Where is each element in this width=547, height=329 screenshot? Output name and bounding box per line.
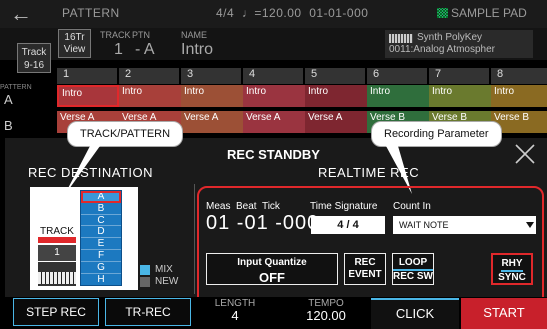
track-range-value: 9-16	[23, 60, 44, 71]
pattern-cell[interactable]: Intro	[367, 85, 429, 107]
pattern-cell[interactable]: Intro	[305, 85, 367, 107]
pattern-cell[interactable]: Intro	[119, 85, 181, 107]
pattern-cell[interactable]: Intro	[57, 85, 119, 107]
ptn-label: PTN	[132, 30, 150, 40]
new-indicator[interactable]	[140, 277, 150, 287]
pattern-option-e[interactable]: E	[81, 238, 121, 250]
track-value: 1	[114, 41, 123, 58]
pattern-option-h[interactable]: H	[81, 274, 121, 286]
track-number-1[interactable]: 1	[57, 68, 117, 84]
mix-label: MIX	[155, 264, 173, 275]
track-number-3[interactable]: 3	[181, 68, 241, 84]
start-button[interactable]: START	[461, 298, 547, 329]
input-quantize-button[interactable]: Input Quantize OFF	[206, 253, 338, 285]
rhy-sync-label-2: SYNC	[498, 272, 526, 283]
keyboard-icon	[38, 262, 76, 286]
rhy-sync-button[interactable]: RHY SYNC	[491, 253, 533, 285]
track-number-7[interactable]: 7	[429, 68, 489, 84]
tempo-value: 120.00	[306, 308, 346, 323]
meas-beat-tick-value[interactable]: 01 -01 -000	[206, 212, 319, 235]
pattern-cell[interactable]: Verse A	[243, 111, 305, 133]
tr-rec-button[interactable]: TR-REC	[105, 298, 191, 326]
view-16tr-button[interactable]: 16Tr View	[58, 29, 91, 58]
time-signature-label: Time Signature	[310, 201, 378, 212]
destination-track-label: TRACK	[40, 226, 74, 237]
input-quantize-value: OFF	[259, 270, 285, 285]
loop-rec-sw-label-2: REC SW	[393, 271, 433, 282]
close-icon[interactable]	[513, 142, 537, 166]
pattern-option-c[interactable]: C	[81, 215, 121, 227]
sample-pad-button[interactable]: SAMPLE PAD	[451, 6, 527, 20]
tone-name: 0011:Analog Atmospher	[389, 44, 496, 55]
pattern-side-label: PATTERN	[0, 84, 32, 91]
track-number-6[interactable]: 6	[367, 68, 427, 84]
loop-rec-sw-label-1: LOOP	[393, 257, 433, 271]
pattern-option-b[interactable]: B	[81, 203, 121, 215]
rec-event-button[interactable]: REC EVENT	[344, 253, 386, 285]
track-number-4[interactable]: 4	[243, 68, 303, 84]
grid-icon	[437, 8, 448, 18]
rec-destination-heading: REC DESTINATION	[28, 165, 153, 180]
track-number-2[interactable]: 2	[119, 68, 179, 84]
view-16tr-label-2: View	[63, 44, 86, 55]
track-indicator-bar	[38, 237, 76, 243]
song-position-readout: 4/4 ♩=120.00 01-01-000	[216, 6, 369, 20]
step-rec-button[interactable]: STEP REC	[13, 298, 99, 326]
mix-new-labels: MIX NEW	[155, 264, 178, 288]
rhy-sync-label-1: RHY	[501, 258, 523, 272]
input-quantize-label: Input Quantize	[237, 257, 307, 268]
destination-track-value[interactable]: 1	[38, 245, 76, 261]
tone-category: Synth PolyKey	[417, 32, 483, 43]
view-16tr-label-1: 16Tr	[64, 32, 85, 43]
keyboard-icon	[389, 34, 413, 43]
track-range-label: Track	[21, 47, 47, 58]
pattern-cell[interactable]: Intro	[429, 85, 491, 107]
count-in-select[interactable]: WAIT NOTE	[393, 216, 536, 234]
panel-divider	[194, 184, 195, 294]
rec-event-label-1: REC	[354, 257, 376, 268]
pattern-option-f[interactable]: F	[81, 250, 121, 262]
pattern-cell[interactable]: Verse A	[305, 111, 367, 133]
ptn-value: - A	[135, 41, 155, 58]
row-label-b: B	[4, 118, 13, 133]
page-title: PATTERN	[62, 6, 120, 20]
new-label: NEW	[155, 276, 179, 287]
time-signature-field[interactable]: 4 / 4	[311, 216, 385, 234]
pattern-cell[interactable]: Intro	[491, 85, 547, 107]
back-arrow-icon[interactable]: ←	[6, 3, 36, 25]
pattern-name-value[interactable]: Intro	[181, 41, 213, 59]
destination-pattern-list[interactable]: A B C D E F G H	[80, 190, 122, 286]
pattern-cell[interactable]: Intro	[181, 85, 243, 107]
mix-indicator[interactable]	[140, 265, 150, 275]
tempo-readout[interactable]: TEMPO 120.00	[296, 298, 356, 322]
track-label: TRACK	[100, 30, 131, 40]
length-readout[interactable]: LENGTH 4	[210, 298, 260, 322]
pattern-cell[interactable]: Verse A	[181, 111, 243, 133]
track-number-5[interactable]: 5	[305, 68, 365, 84]
click-button[interactable]: CLICK	[371, 298, 459, 329]
track-number-8[interactable]: 8	[491, 68, 547, 84]
pattern-option-g[interactable]: G	[81, 262, 121, 274]
pattern-option-d[interactable]: D	[81, 226, 121, 239]
pattern-option-a[interactable]: A	[81, 191, 121, 203]
row-label-a: A	[4, 92, 13, 107]
length-value: 4	[231, 308, 239, 323]
chevron-down-icon[interactable]	[526, 222, 534, 228]
rec-event-label-2: EVENT	[348, 269, 382, 280]
pattern-cell[interactable]: Intro	[243, 85, 305, 107]
count-in-label: Count In	[393, 201, 431, 212]
loop-rec-sw-button[interactable]: LOOP REC SW	[392, 253, 434, 285]
dialog-title: REC STANDBY	[227, 147, 320, 162]
name-label: NAME	[181, 30, 208, 40]
realtime-rec-heading: REALTIME REC	[318, 165, 420, 180]
meas-beat-tick-label: Meas Beat Tick	[206, 201, 280, 212]
track-range-button[interactable]: Track 9-16	[17, 43, 51, 73]
